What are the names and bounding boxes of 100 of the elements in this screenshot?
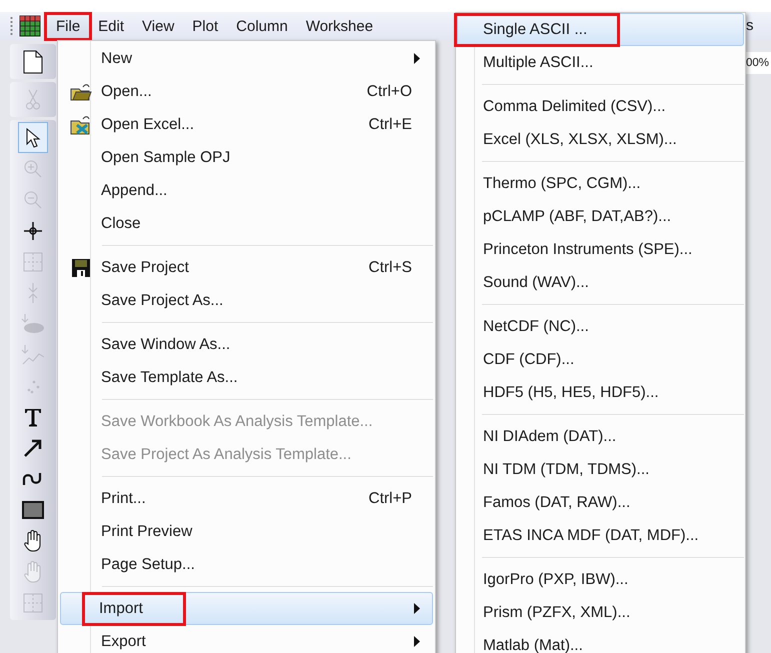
menu-item-label: Save Project [100, 258, 190, 278]
menu-item-label: Famos (DAT, RAW)... [482, 492, 632, 512]
scissors-icon [26, 88, 40, 110]
menu-item-label: Matlab (Mat)... [482, 636, 584, 653]
menu-item[interactable]: Open Excel... Ctrl+E [60, 108, 433, 141]
menu-item[interactable]: Famos (DAT, RAW)... [457, 486, 744, 519]
menu-item-label: NI DIAdem (DAT)... [482, 426, 618, 446]
menu-item-label: Import [85, 594, 183, 622]
menu-item-label: Close [100, 214, 142, 234]
menu-item[interactable]: Matlab (Mat)... [457, 629, 744, 653]
shortcut-label: Ctrl+E [368, 116, 413, 134]
menu-item-label: Save Window As... [100, 334, 232, 354]
menu-item-label: Thermo (SPC, CGM)... [482, 174, 642, 194]
menu-item-label: Page Setup... [100, 554, 196, 574]
menu-item-label: Multiple ASCII... [482, 52, 594, 72]
menu-item-label: Comma Delimited (CSV)... [482, 96, 667, 116]
menu-item-label: Single ASCII ... [457, 16, 618, 44]
submenu-arrow-icon [414, 636, 420, 647]
menu-item-label: Append... [100, 180, 168, 200]
hand-icon [23, 530, 43, 552]
arrow-tool-icon [23, 438, 43, 458]
menu-item-label: NetCDF (NC)... [482, 316, 590, 336]
menu-item[interactable]: Save Template As... [60, 361, 433, 394]
menu-bar-item[interactable]: Plot [183, 14, 228, 38]
menu-item-label: CDF (CDF)... [482, 350, 576, 370]
menu-item[interactable]: NetCDF (NC)... [457, 310, 744, 343]
new-document-icon [23, 50, 43, 74]
menu-item-label: Save Workbook As Analysis Template... [100, 412, 374, 432]
menu-bar-item[interactable]: s [746, 17, 754, 34]
menu-item-label: Save Project As... [100, 290, 224, 310]
tool-button[interactable] [18, 122, 48, 153]
mask-tool-icon [21, 314, 45, 334]
menu-item[interactable]: CDF (CDF)... [457, 343, 744, 376]
menu-item[interactable]: HDF5 (H5, HE5, HDF5)... [457, 376, 744, 409]
menu-bar-item[interactable]: Column [227, 14, 297, 38]
menu-item-label: ETAS INCA MDF (DAT, MDF)... [482, 526, 700, 546]
menu-item[interactable]: Close [60, 207, 433, 240]
menu-item-label: Open Sample OPJ [100, 148, 232, 168]
menu-item[interactable]: New [60, 42, 433, 75]
region-icon [23, 592, 43, 612]
menu-item[interactable]: Excel (XLS, XLSX, XLSM)... [457, 123, 744, 156]
menu-bar-item[interactable]: File [47, 14, 90, 38]
menu-item[interactable]: Append... [60, 174, 433, 207]
menu-item-label: Export [100, 632, 147, 652]
menu-item-label: Open... [100, 82, 153, 102]
menu-item-label: Sound (WAV)... [482, 272, 590, 292]
menu-item-label: Print... [100, 488, 147, 508]
menu-item[interactable]: ETAS INCA MDF (DAT, MDF)... [457, 519, 744, 552]
submenu-arrow-icon [414, 53, 420, 64]
menu-item[interactable]: Print Preview [60, 515, 433, 548]
pointer-icon [25, 128, 41, 148]
menu-bar-item[interactable]: Edit [89, 14, 134, 38]
zoom-field[interactable]: 00% [746, 52, 771, 74]
menu-bar-item[interactable]: Workshee [296, 14, 382, 38]
menu-bar-item[interactable]: View [133, 14, 184, 38]
shortcut-label: Ctrl+O [366, 82, 413, 100]
menu-item-label: Prism (PZFX, XML)... [482, 602, 632, 622]
text-tool-icon [24, 406, 42, 426]
menu-item[interactable]: Thermo (SPC, CGM)... [457, 167, 744, 200]
shortcut-label: Ctrl+S [368, 258, 413, 276]
menu-item[interactable]: pCLAMP (ABF, DAT,AB?)... [457, 200, 744, 233]
draw-data-icon [21, 344, 45, 364]
menu-item[interactable]: NI TDM (TDM, TDMS)... [457, 453, 744, 486]
excel-folder-icon [70, 114, 92, 134]
menu-item[interactable]: Export [60, 625, 433, 653]
curve-tool-icon [22, 470, 44, 486]
shortcut-label: Ctrl+P [368, 490, 413, 508]
menu-item-label: Excel (XLS, XLSX, XLSM)... [482, 130, 678, 150]
menu-item[interactable]: Print... Ctrl+P [60, 482, 433, 515]
zoom-out-icon [23, 190, 43, 210]
menu-item[interactable]: IgorPro (PXP, IBW)... [457, 563, 744, 596]
menu-item[interactable]: NI DIAdem (DAT)... [457, 420, 744, 453]
menu-item-label: New [100, 48, 134, 68]
menu-item[interactable]: Prism (PZFX, XML)... [457, 596, 744, 629]
menu-item[interactable]: Multiple ASCII... [457, 46, 744, 79]
move-arrows-icon [26, 282, 40, 302]
menu-item-label: HDF5 (H5, HE5, HDF5)... [482, 382, 660, 402]
dots-icon [25, 378, 41, 394]
menu-item[interactable]: Sound (WAV)... [457, 266, 744, 299]
menu-item[interactable]: Single ASCII ... [457, 13, 744, 46]
menu-item[interactable]: Princeton Instruments (SPE)... [457, 233, 744, 266]
menu-item[interactable]: Save Project Ctrl+S [60, 251, 433, 284]
region-icon [23, 252, 43, 272]
menu-item[interactable]: Save Window As... [60, 328, 433, 361]
menu-item[interactable]: Comma Delimited (CSV)... [457, 90, 744, 123]
menu-item[interactable]: Import [60, 592, 433, 625]
menu-item[interactable]: Open Sample OPJ [60, 141, 433, 174]
menu-item-label: NI TDM (TDM, TDMS)... [482, 460, 650, 480]
rectangle-tool-icon [22, 500, 44, 518]
menu-item[interactable]: Open... Ctrl+O [60, 75, 433, 108]
menu-item-label: pCLAMP (ABF, DAT,AB?)... [482, 206, 672, 226]
menu-item-label: IgorPro (PXP, IBW)... [482, 570, 630, 590]
menu-item-label: Save Template As... [100, 368, 239, 388]
menu-item-label: Open Excel... [100, 114, 196, 134]
zoom-in-icon [23, 158, 43, 178]
crosshair-icon [24, 222, 42, 240]
menu-item[interactable]: Save Project As... [60, 284, 433, 317]
menu-item-label: Princeton Instruments (SPE)... [482, 240, 694, 260]
menu-item-label: Print Preview [100, 522, 194, 542]
menu-item[interactable]: Page Setup... [60, 548, 433, 581]
